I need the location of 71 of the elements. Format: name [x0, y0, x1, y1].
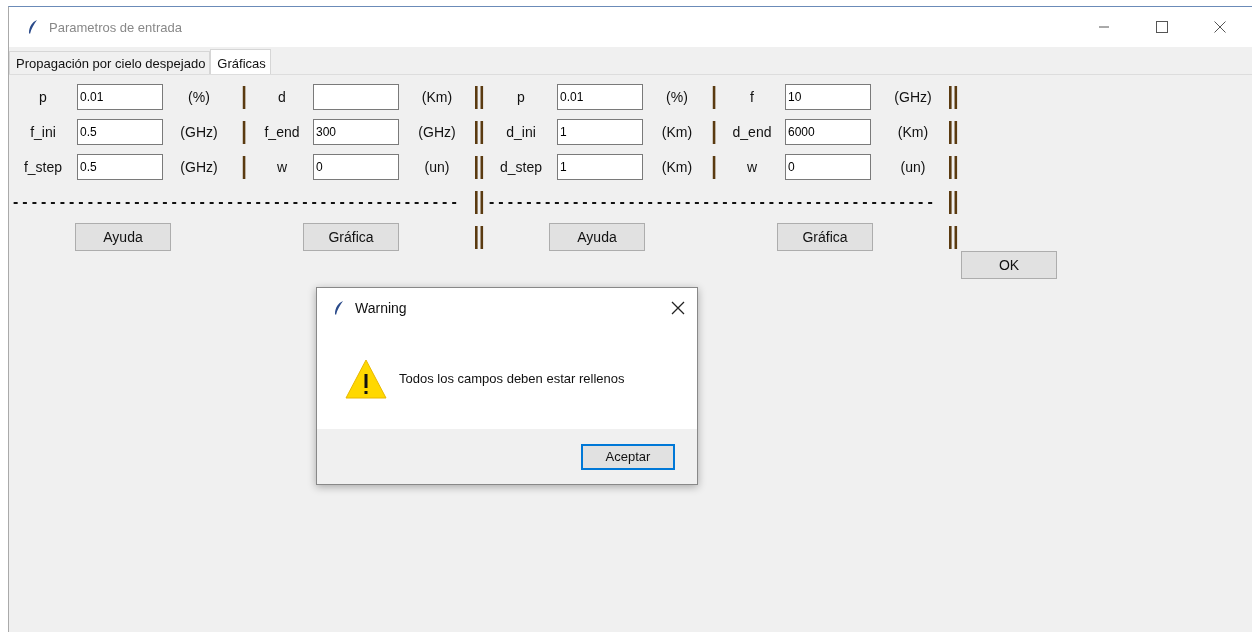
field-label: w — [275, 158, 289, 175]
unit-label: (%) — [187, 88, 211, 105]
input-field[interactable]: 300 — [313, 118, 399, 145]
feather-icon — [333, 300, 345, 316]
field-label: f — [749, 88, 755, 105]
close-icon[interactable] — [1214, 21, 1226, 33]
unit-label: (GHz) — [417, 123, 457, 140]
maximize-icon[interactable] — [1156, 21, 1168, 33]
separator-label: || — [472, 152, 486, 181]
help-button[interactable]: Ayuda — [75, 222, 171, 251]
separator-label: | — [240, 152, 248, 181]
tab[interactable]: Gráficas — [210, 49, 271, 74]
unit-label: (GHz) — [893, 88, 933, 105]
unit-label: (Km) — [420, 88, 454, 105]
unit-label: (Km) — [660, 158, 694, 175]
separator-label: | — [240, 117, 248, 146]
unit-label: (Km) — [896, 123, 930, 140]
tab[interactable]: Propagación por cielo despejado — [9, 51, 211, 74]
separator-label: || — [946, 152, 960, 181]
close-icon[interactable] — [671, 301, 685, 315]
separator-label: | — [240, 82, 248, 111]
separator-label: || — [472, 222, 486, 251]
input-field[interactable]: 0.01 — [77, 83, 163, 110]
field-label: f_ini — [29, 123, 57, 140]
separator-label: || — [472, 187, 486, 216]
warning-message: Todos los campos deben estar rellenos — [399, 371, 625, 386]
input-field[interactable]: 1 — [557, 118, 643, 145]
input-field[interactable]: 0 — [785, 153, 871, 180]
unit-label: (un) — [899, 158, 927, 175]
warning-icon — [345, 357, 387, 400]
unit-label: (GHz) — [179, 158, 219, 175]
separator-label: | — [710, 117, 718, 146]
separator-label: || — [946, 82, 960, 111]
input-field[interactable]: 0.01 — [557, 83, 643, 110]
feather-icon — [27, 19, 39, 35]
dashed-rule: ------------------------------------------------ — [489, 192, 938, 211]
input-field[interactable]: 0.5 — [77, 118, 163, 145]
input-field[interactable] — [313, 83, 399, 110]
separator-label: | — [710, 152, 718, 181]
unit-label: (GHz) — [179, 123, 219, 140]
separator-label: | — [710, 82, 718, 111]
chart-button[interactable]: Gráfica — [777, 222, 873, 251]
input-field[interactable]: 6000 — [785, 118, 871, 145]
unit-label: (Km) — [660, 123, 694, 140]
field-label: w — [745, 158, 759, 175]
separator-label: || — [946, 222, 960, 251]
dashed-rule: ------------------------------------------------ — [13, 192, 462, 211]
chart-button[interactable]: Gráfica — [303, 222, 399, 251]
input-field[interactable]: 0.5 — [77, 153, 163, 180]
separator-label: || — [472, 117, 486, 146]
field-label: f_end — [263, 123, 301, 140]
field-label: d — [277, 88, 287, 105]
window-title: Parametros de entrada — [49, 19, 182, 35]
separator-label: || — [946, 187, 960, 216]
input-field[interactable]: 1 — [557, 153, 643, 180]
field-label: d_end — [731, 123, 773, 140]
field-label: d_ini — [505, 123, 537, 140]
input-field[interactable]: 10 — [785, 83, 871, 110]
field-label: d_step — [498, 158, 543, 175]
unit-label: (un) — [423, 158, 451, 175]
field-label: p — [38, 88, 48, 105]
unit-label: (%) — [665, 88, 689, 105]
ok-button[interactable]: OK — [961, 251, 1057, 279]
help-button[interactable]: Ayuda — [549, 222, 645, 251]
field-label: f_step — [22, 158, 64, 175]
accept-button[interactable]: Aceptar — [581, 443, 675, 470]
separator-label: || — [946, 117, 960, 146]
field-label: p — [516, 88, 526, 105]
separator-label: || — [472, 82, 486, 111]
dialog-title: Warning — [355, 300, 407, 316]
input-field[interactable]: 0 — [313, 153, 399, 180]
